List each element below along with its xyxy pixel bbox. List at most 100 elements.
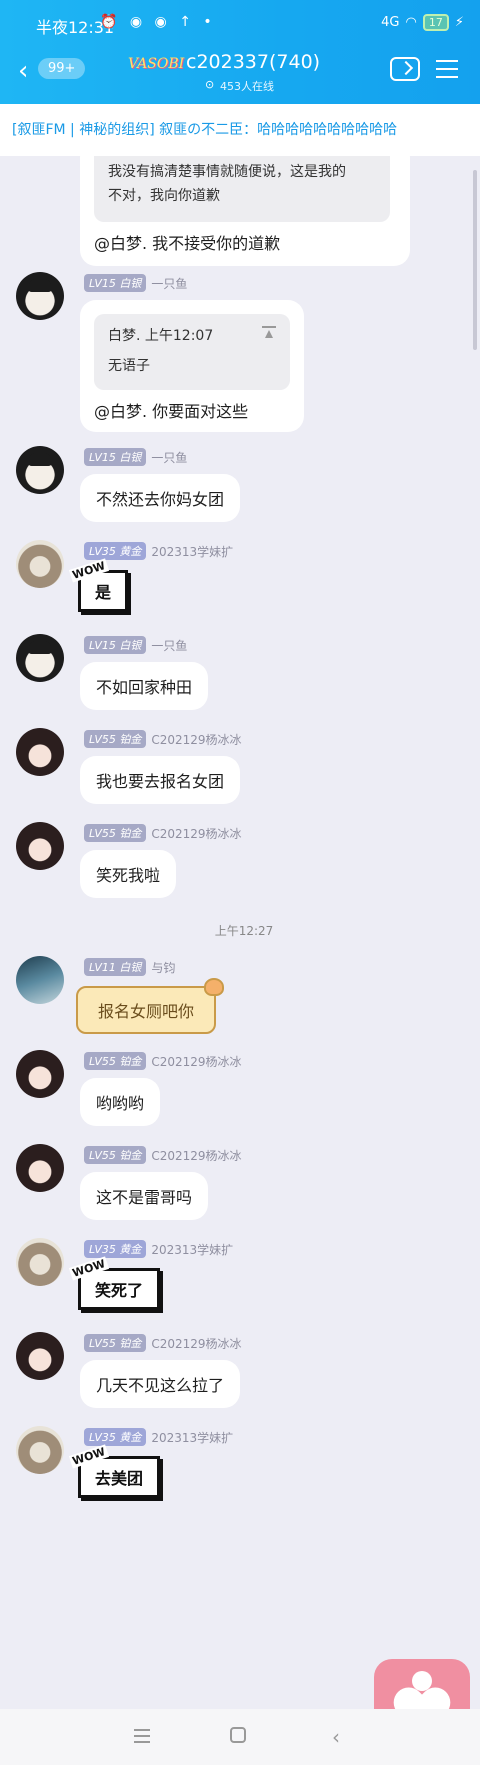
sender-meta: LV35 黄金 202313学妹扩 xyxy=(84,1428,233,1446)
quoted-message[interactable]: 白梦. 上午12:07 无语子 xyxy=(94,314,290,390)
message-bubble[interactable]: 白梦. 上午12:07 无语子 @白梦. 你要面对这些 xyxy=(80,300,304,432)
avatar[interactable] xyxy=(16,1144,64,1192)
sender-meta: LV35 黄金 202313学妹扩 xyxy=(84,1240,233,1258)
sender-meta: LV15 白银 一只鱼 xyxy=(84,448,187,466)
sender-meta: LV15 白银 一只鱼 xyxy=(84,636,187,654)
message-bubble[interactable]: 这不是雷哥吗 xyxy=(80,1172,209,1220)
level-badge: LV55 铂金 xyxy=(84,1334,147,1352)
message-bubble[interactable]: 不然还去你妈女团 xyxy=(80,474,241,522)
message-text: 不然还去你妈女团 xyxy=(96,490,225,509)
avatar[interactable] xyxy=(16,1332,64,1380)
scrollbar[interactable] xyxy=(473,170,477,350)
message-text: @白梦. 我不接受你的道歉 xyxy=(94,234,281,253)
level-badge: LV55 铂金 xyxy=(84,1052,147,1070)
sender-name[interactable]: C202129杨冰冰 xyxy=(151,1053,241,1070)
sticker-bubble[interactable]: 报名女厕吧你 xyxy=(76,978,225,1034)
avatar[interactable] xyxy=(16,1238,64,1286)
online-count: 453人在线 xyxy=(220,80,274,93)
charging-icon: ⚡ xyxy=(454,15,464,30)
avatar[interactable] xyxy=(16,1050,64,1098)
sender-name[interactable]: 202313学妹扩 xyxy=(151,1241,233,1258)
online-icon: ⊙ xyxy=(205,78,215,91)
level-badge: LV11 白银 xyxy=(84,958,147,976)
avatar[interactable] xyxy=(16,634,64,682)
sender-name[interactable]: C202129杨冰冰 xyxy=(151,731,241,748)
chat-header: 半夜12:31 ⏰ ◉ ◉ ↑ • 4G ◠ 17 ⚡ ‹ 99+ VASOBI… xyxy=(0,0,480,104)
group-title[interactable]: c202337(740) xyxy=(186,51,320,73)
group-notice[interactable]: [叙匪FM | 神秘的组织] 叙匪の不二臣：哈哈哈哈哈哈哈哈哈哈 xyxy=(0,104,480,156)
message-text: 是 xyxy=(95,583,112,602)
message-bubble[interactable]: 几天不见这么拉了 xyxy=(80,1360,241,1408)
sender-meta: LV55 铂金 C202129杨冰冰 xyxy=(84,1334,242,1352)
status-right: 4G ◠ 17 ⚡ xyxy=(381,14,464,31)
message-text: 笑死我啦 xyxy=(96,866,161,885)
sender-meta: LV55 铂金 C202129杨冰冰 xyxy=(84,1052,242,1070)
sender-meta: LV55 铂金 C202129杨冰冰 xyxy=(84,1146,242,1164)
message-text: 我也要去报名女团 xyxy=(96,772,225,791)
level-badge: LV15 白银 xyxy=(84,274,147,292)
message-text: @白梦. 你要面对这些 xyxy=(94,402,249,421)
recent-apps-icon[interactable] xyxy=(134,1729,150,1743)
sender-meta: LV11 白银 与钧 xyxy=(84,958,175,976)
message-text: 哟哟哟 xyxy=(96,1094,145,1113)
sender-meta: LV15 白银 一只鱼 xyxy=(84,274,187,292)
message-text: 几天不见这么拉了 xyxy=(96,1376,225,1395)
avatar[interactable] xyxy=(16,956,64,1004)
level-badge: LV55 铂金 xyxy=(84,824,147,842)
sender-name[interactable]: C202129杨冰冰 xyxy=(151,1335,241,1352)
menu-icon[interactable] xyxy=(436,60,458,78)
level-badge: LV55 铂金 xyxy=(84,1146,147,1164)
message-text: 报名女厕吧你 xyxy=(98,1002,195,1021)
message-bubble[interactable]: 我也要去报名女团 xyxy=(80,756,241,804)
level-badge: LV55 铂金 xyxy=(84,730,147,748)
avatar[interactable] xyxy=(16,822,64,870)
message-bubble[interactable]: 哟哟哟 xyxy=(80,1078,161,1126)
unread-badge[interactable]: 99+ xyxy=(38,58,86,79)
avatar[interactable] xyxy=(16,1426,64,1474)
sender-name[interactable]: 与钧 xyxy=(151,959,175,976)
battery-icon: 17 xyxy=(422,14,449,31)
time-separator: 上午12:27 xyxy=(214,924,274,938)
message-text: 这不是雷哥吗 xyxy=(96,1188,193,1207)
share-icon[interactable] xyxy=(390,57,420,81)
sender-name[interactable]: C202129杨冰冰 xyxy=(151,825,241,842)
group-logo: VASOBI xyxy=(128,56,185,72)
level-badge: LV35 黄金 xyxy=(84,1240,147,1258)
sender-name[interactable]: 一只鱼 xyxy=(151,637,187,654)
sender-name[interactable]: 一只鱼 xyxy=(151,449,187,466)
sender-name[interactable]: C202129杨冰冰 xyxy=(151,1147,241,1164)
quote-text: 不对，我向你道歉 xyxy=(108,188,220,204)
message-bubble[interactable]: 我没有搞清楚事情就随便说，这是我的 不对，我向你道歉 @白梦. 我不接受你的道歉 xyxy=(80,156,410,266)
status-bar: 半夜12:31 ⏰ ◉ ◉ ↑ • 4G ◠ 17 ⚡ xyxy=(0,0,480,46)
cat-icon xyxy=(204,978,225,996)
sender-name[interactable]: 一只鱼 xyxy=(151,275,187,292)
message-text: 去美团 xyxy=(95,1469,144,1488)
status-icons: ⏰ ◉ ◉ ↑ • xyxy=(100,14,216,30)
sender-name[interactable]: 202313学妹扩 xyxy=(151,1429,233,1446)
chat-area[interactable]: 我没有搞清楚事情就随便说，这是我的 不对，我向你道歉 @白梦. 我不接受你的道歉… xyxy=(0,156,480,1709)
pin-icon[interactable] xyxy=(262,326,276,340)
message-bubble[interactable]: 不如回家种田 xyxy=(80,662,209,710)
quote-sender: 白梦. 上午12:07 xyxy=(108,328,214,344)
sender-meta: LV35 黄金 202313学妹扩 xyxy=(84,542,233,560)
quote-text: 无语子 xyxy=(108,358,150,374)
avatar[interactable] xyxy=(16,728,64,776)
avatar[interactable] xyxy=(16,540,64,588)
system-nav-bar: ‹ xyxy=(0,1709,480,1765)
level-badge: LV35 黄金 xyxy=(84,542,147,560)
wifi-icon: ◠ xyxy=(405,15,417,30)
back-icon[interactable]: ‹ xyxy=(18,58,28,84)
avatar[interactable] xyxy=(16,446,64,494)
level-badge: LV15 白银 xyxy=(84,448,147,466)
home-icon[interactable] xyxy=(230,1727,246,1743)
quote-text: 我没有搞清楚事情就随便说，这是我的 xyxy=(108,164,346,180)
message-text: 不如回家种田 xyxy=(96,678,193,697)
level-badge: LV15 白银 xyxy=(84,636,147,654)
back-nav-icon[interactable]: ‹ xyxy=(332,1725,340,1749)
quoted-message[interactable]: 我没有搞清楚事情就随便说，这是我的 不对，我向你道歉 xyxy=(94,156,390,222)
message-bubble[interactable]: 笑死我啦 xyxy=(80,850,177,898)
signal-icon: 4G xyxy=(381,15,400,30)
avatar[interactable] xyxy=(16,272,64,320)
sender-name[interactable]: 202313学妹扩 xyxy=(151,543,233,560)
message-text: 笑死了 xyxy=(95,1281,144,1300)
